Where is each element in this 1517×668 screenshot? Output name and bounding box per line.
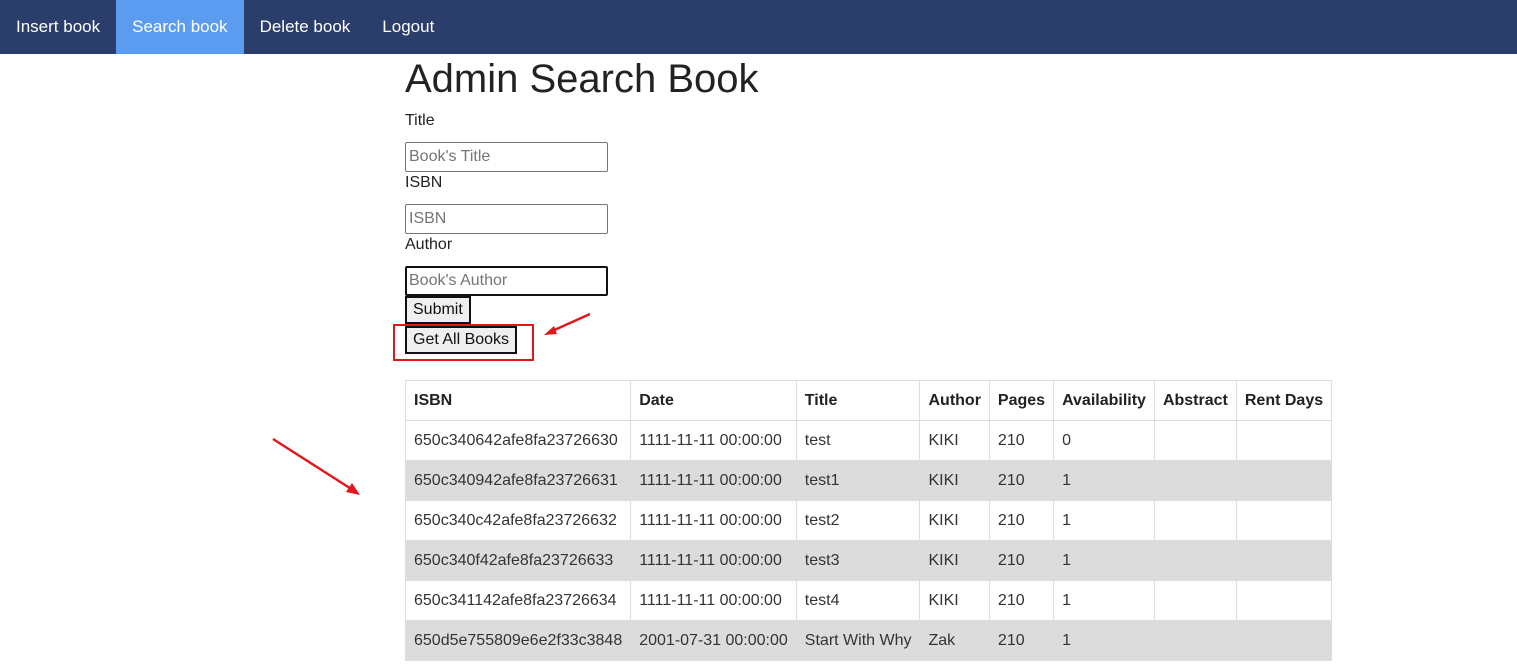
- get-all-books-button[interactable]: Get All Books: [405, 326, 518, 354]
- cell-rent-days: [1235, 420, 1333, 461]
- cell-availability: 0: [1053, 420, 1155, 461]
- cell-author: Zak: [919, 620, 990, 661]
- cell-rent-days: [1235, 620, 1333, 661]
- cell-rent-days: [1235, 460, 1333, 501]
- page-title: Admin Search Book: [405, 57, 759, 101]
- table-header-row: ISBN Date Title Author Pages Availabilit…: [404, 380, 1333, 421]
- table-row: 650c341142afe8fa23726634 1111-11-11 00:0…: [404, 580, 1333, 621]
- column-header-abstract: Abstract: [1153, 380, 1237, 421]
- cell-abstract: [1153, 500, 1237, 541]
- title-input[interactable]: [405, 142, 608, 172]
- nav-logout[interactable]: Logout: [366, 0, 450, 54]
- cell-pages: 210: [988, 580, 1055, 621]
- column-header-availability: Availability: [1053, 380, 1155, 421]
- cell-author: KIKI: [919, 500, 990, 541]
- cell-isbn: 650c341142afe8fa23726634: [404, 580, 632, 621]
- cell-abstract: [1153, 420, 1237, 461]
- cell-isbn: 650d5e755809e6e2f33c3848: [404, 620, 632, 661]
- author-input[interactable]: [405, 266, 608, 296]
- table-row: 650d5e755809e6e2f33c3848 2001-07-31 00:0…: [404, 620, 1333, 661]
- cell-date: 1111-11-11 00:00:00: [630, 460, 797, 501]
- table-row: 650c340f42afe8fa23726633 1111-11-11 00:0…: [404, 540, 1333, 581]
- table-row: 650c340c42afe8fa23726632 1111-11-11 00:0…: [404, 500, 1333, 541]
- cell-pages: 210: [988, 420, 1055, 461]
- column-header-pages: Pages: [988, 380, 1055, 421]
- cell-isbn: 650c340942afe8fa23726631: [404, 460, 632, 501]
- cell-abstract: [1153, 580, 1237, 621]
- cell-isbn: 650c340f42afe8fa23726633: [404, 540, 632, 581]
- cell-date: 2001-07-31 00:00:00: [630, 620, 797, 661]
- cell-date: 1111-11-11 00:00:00: [630, 500, 797, 541]
- cell-title: Start With Why: [795, 620, 921, 661]
- table-row: 650c340642afe8fa23726630 1111-11-11 00:0…: [404, 420, 1333, 461]
- cell-pages: 210: [988, 460, 1055, 501]
- nav-delete-book[interactable]: Delete book: [244, 0, 367, 54]
- cell-availability: 1: [1053, 460, 1155, 501]
- author-label: Author: [405, 236, 453, 253]
- cell-title: test: [795, 420, 921, 461]
- cell-author: KIKI: [919, 580, 990, 621]
- cell-abstract: [1153, 460, 1237, 501]
- cell-abstract: [1153, 620, 1237, 661]
- cell-title: test2: [795, 500, 921, 541]
- cell-isbn: 650c340c42afe8fa23726632: [404, 500, 632, 541]
- table-row: 650c340942afe8fa23726631 1111-11-11 00:0…: [404, 460, 1333, 501]
- cell-isbn: 650c340642afe8fa23726630: [404, 420, 632, 461]
- cell-availability: 1: [1053, 500, 1155, 541]
- cell-author: KIKI: [919, 540, 990, 581]
- books-table: ISBN Date Title Author Pages Availabilit…: [404, 380, 1333, 661]
- cell-rent-days: [1235, 500, 1333, 541]
- top-navbar: Insert book Search book Delete book Logo…: [0, 0, 1517, 54]
- isbn-input[interactable]: [405, 204, 608, 234]
- annotation-arrow-table: [272, 437, 360, 495]
- cell-author: KIKI: [919, 420, 990, 461]
- cell-pages: 210: [988, 500, 1055, 541]
- cell-availability: 1: [1053, 620, 1155, 661]
- cell-availability: 1: [1053, 580, 1155, 621]
- cell-title: test1: [795, 460, 921, 501]
- column-header-title: Title: [795, 380, 921, 421]
- cell-title: test4: [795, 580, 921, 621]
- column-header-author: Author: [919, 380, 990, 421]
- title-label: Title: [405, 112, 435, 129]
- cell-pages: 210: [988, 540, 1055, 581]
- cell-date: 1111-11-11 00:00:00: [630, 420, 797, 461]
- annotation-arrow-button: [544, 312, 591, 335]
- cell-title: test3: [795, 540, 921, 581]
- column-header-rent-days: Rent Days: [1235, 380, 1333, 421]
- cell-pages: 210: [988, 620, 1055, 661]
- nav-search-book[interactable]: Search book: [116, 0, 244, 54]
- cell-date: 1111-11-11 00:00:00: [630, 580, 797, 621]
- cell-author: KIKI: [919, 460, 990, 501]
- cell-availability: 1: [1053, 540, 1155, 581]
- cell-abstract: [1153, 540, 1237, 581]
- cell-rent-days: [1235, 580, 1333, 621]
- column-header-isbn: ISBN: [404, 380, 632, 421]
- isbn-label: ISBN: [405, 174, 443, 191]
- cell-date: 1111-11-11 00:00:00: [630, 540, 797, 581]
- submit-button[interactable]: Submit: [405, 296, 471, 324]
- nav-insert-book[interactable]: Insert book: [0, 0, 116, 54]
- column-header-date: Date: [630, 380, 797, 421]
- cell-rent-days: [1235, 540, 1333, 581]
